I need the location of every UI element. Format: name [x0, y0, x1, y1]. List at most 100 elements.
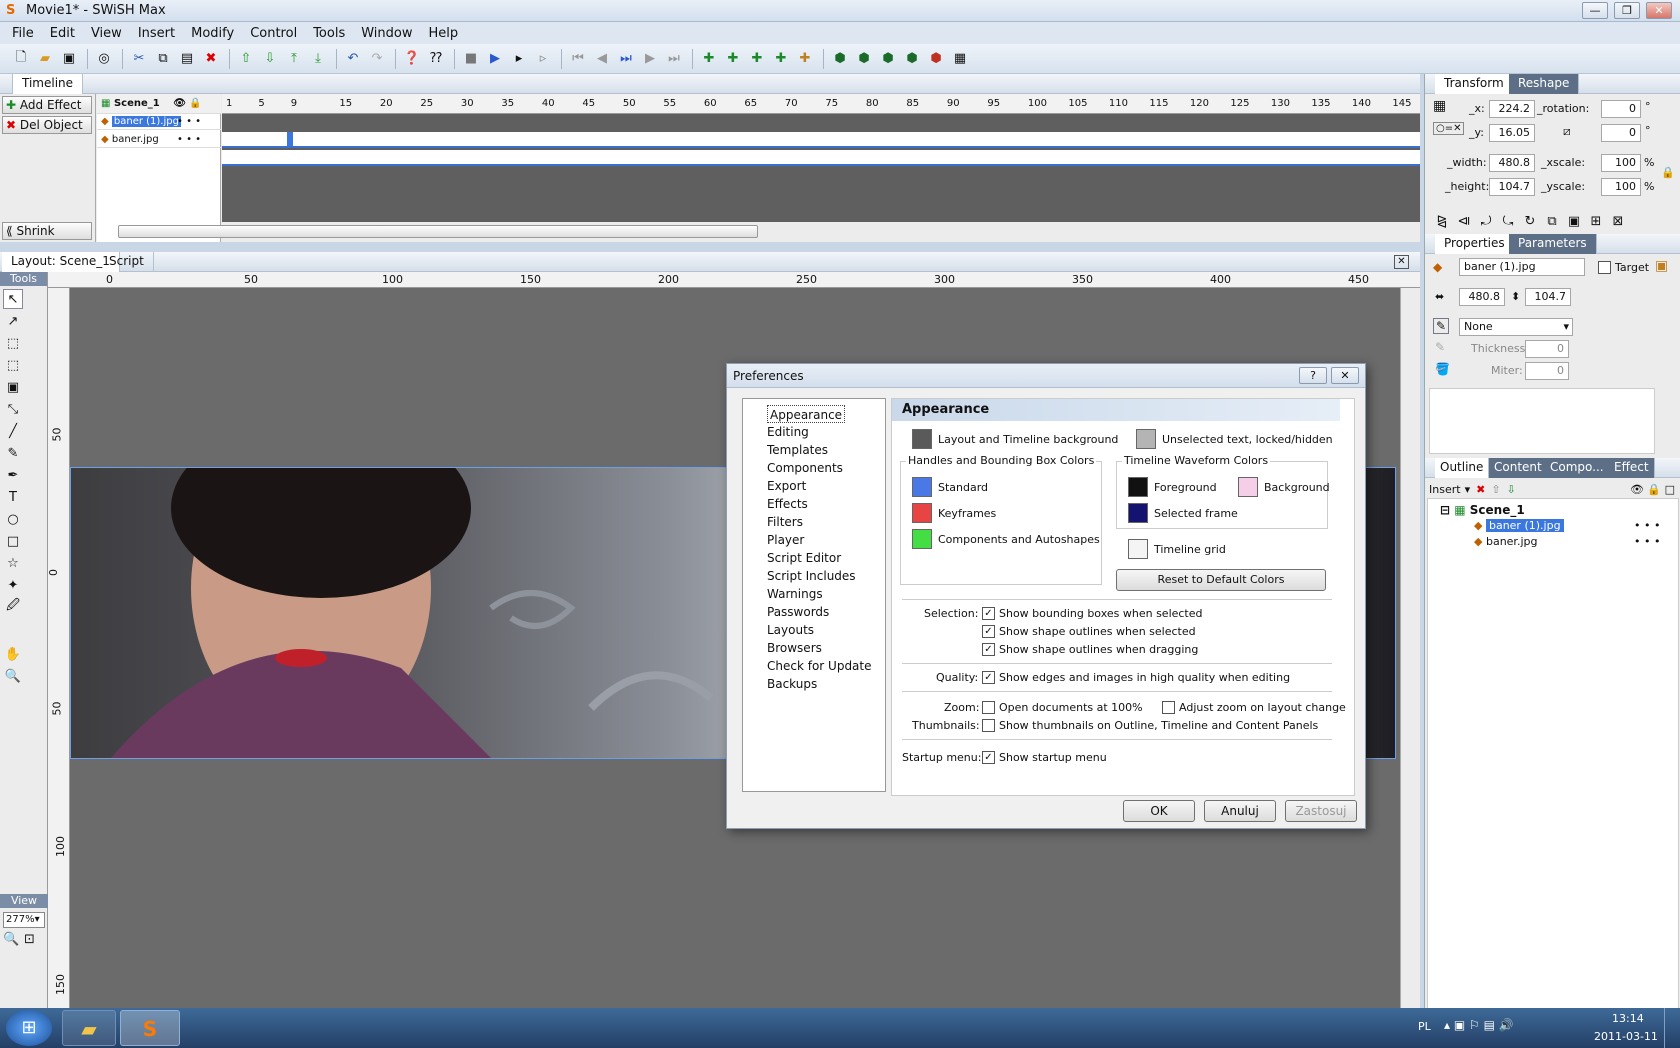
save-icon[interactable]: ▣	[58, 48, 80, 70]
cut-icon[interactable]: ✂	[128, 48, 150, 70]
add-scene-icon[interactable]: ✚	[698, 48, 720, 70]
tab-timeline[interactable]: Timeline	[12, 74, 84, 94]
undo-icon[interactable]: ↶	[342, 48, 364, 70]
outline-item[interactable]: ◆ baner.jpg • • •	[1474, 535, 1674, 548]
menu-edit[interactable]: Edit	[50, 26, 75, 41]
align-grid-icon[interactable]: ⊞	[1586, 211, 1606, 231]
play-icon[interactable]: ▶	[484, 48, 506, 70]
timeline-hscroll[interactable]	[118, 222, 1420, 242]
reset-colors-button[interactable]: Reset to Default Colors	[1116, 569, 1326, 591]
open-folder-icon[interactable]: ▰	[34, 48, 56, 70]
outline-insert-button[interactable]: Insert	[1429, 483, 1461, 496]
play-effect-icon[interactable]: ▹	[532, 48, 554, 70]
autoshape-tool-icon[interactable]: ✦	[3, 575, 23, 595]
add-button-icon[interactable]: ✚	[746, 48, 768, 70]
line-tool-icon[interactable]: ╱	[3, 421, 23, 441]
show-desktop-button[interactable]	[1664, 1008, 1680, 1048]
select-tool-icon[interactable]: ↖	[3, 289, 23, 309]
ellipse-tool-icon[interactable]: ○	[3, 509, 23, 529]
close-layout-icon[interactable]: ✕	[1394, 255, 1409, 269]
shrink-button[interactable]: ⟪ Shrink	[2, 222, 92, 240]
minimize-button[interactable]: —	[1582, 2, 1608, 19]
zoom-fit-icon[interactable]: 🔍	[3, 932, 19, 947]
next-keyframe-icon[interactable]: ⏭	[615, 48, 637, 70]
outline-item[interactable]: ◆ baner (1).jpg • • •	[1474, 519, 1674, 532]
layer-scene[interactable]: ▦ Scene_1 👁 🔒	[97, 94, 221, 114]
x-field[interactable]: 224.2	[1489, 100, 1535, 118]
zoom-level-select[interactable]: 277%▾	[3, 912, 45, 928]
background-color-swatch[interactable]	[1238, 477, 1258, 497]
group-icon[interactable]: ⬢	[829, 48, 851, 70]
outline-eye-icon[interactable]: 👁 🔒 □	[1630, 483, 1675, 496]
reshape-tool-icon[interactable]: ⬚	[3, 355, 23, 375]
nav-item-templates[interactable]: Templates	[767, 441, 828, 459]
new-file-icon[interactable]: 🗋	[10, 48, 32, 70]
prop-height-field[interactable]: 104.7	[1525, 288, 1571, 306]
layer-row[interactable]: ◆ baner (1).jpg • • •	[97, 114, 221, 130]
height-field[interactable]: 104.7	[1489, 178, 1535, 196]
last-frame-icon[interactable]: ⏭	[663, 48, 685, 70]
nav-item-player[interactable]: Player	[767, 531, 804, 549]
scale-lock-icon[interactable]: 🔒	[1661, 166, 1675, 179]
outline-up-icon[interactable]: ⇧	[1491, 483, 1500, 496]
menu-control[interactable]: Control	[250, 26, 297, 41]
nav-item-effects[interactable]: Effects	[767, 495, 808, 513]
ok-button[interactable]: OK	[1123, 800, 1195, 822]
convert-icon[interactable]: ⬢	[901, 48, 923, 70]
hand-tool-icon[interactable]: ✋	[3, 644, 23, 664]
line-style-icon[interactable]: ✎	[1433, 318, 1450, 334]
timeline-frames[interactable]: 1 5 9 15 20 25 30 35 40 45 50 55 60 65 70 75 80 85 90 95 100…	[118, 94, 1420, 242]
paste-transform-icon[interactable]: ▣	[1564, 211, 1584, 231]
del-object-button[interactable]: ✖ Del Object	[2, 116, 92, 134]
rotate-90-icon[interactable]: ⤾	[1476, 211, 1496, 231]
menu-modify[interactable]: Modify	[191, 26, 234, 41]
line-style-select[interactable]: None ▾	[1459, 318, 1573, 336]
export-icon[interactable]: ▦	[949, 48, 971, 70]
cancel-button[interactable]: Anuluj	[1204, 800, 1276, 822]
components-color-swatch[interactable]	[912, 529, 932, 549]
open-100-checkbox[interactable]	[982, 701, 995, 714]
dialog-help-button[interactable]: ?	[1299, 367, 1327, 384]
motion-path-icon[interactable]: ⤡	[3, 399, 23, 419]
maximize-button[interactable]: ❐	[1614, 2, 1640, 19]
nav-item-export[interactable]: Export	[767, 477, 806, 495]
transform-tool-icon[interactable]: ⬚	[3, 333, 23, 353]
nav-item-backups[interactable]: Backups	[767, 675, 817, 693]
text-tool-icon[interactable]: T	[3, 487, 23, 507]
tab-effect[interactable]: Effect	[1609, 458, 1655, 478]
tray-icons[interactable]: ▴ ▣ ⚐ ▤ 🔊	[1444, 1018, 1514, 1032]
timeline-grid-color-swatch[interactable]	[1128, 539, 1148, 559]
nav-item-filters[interactable]: Filters	[767, 513, 803, 531]
object-name-field[interactable]: baner (1).jpg	[1459, 258, 1585, 276]
tab-script[interactable]: Script	[100, 252, 154, 272]
add-sprite-icon[interactable]: ✚	[722, 48, 744, 70]
tab-reshape[interactable]: Reshape	[1509, 74, 1580, 94]
tab-parameters[interactable]: Parameters	[1509, 234, 1597, 254]
context-help-icon[interactable]: ⁇	[425, 48, 447, 70]
yscale-field[interactable]: 100	[1601, 178, 1641, 196]
add-shape-icon[interactable]: ✚	[770, 48, 792, 70]
nav-item-editing[interactable]: Editing	[767, 423, 809, 441]
bring-forward-icon[interactable]: ⇧	[235, 48, 257, 70]
nav-item-appearance[interactable]: Appearance	[767, 405, 846, 423]
nav-item-warnings[interactable]: Warnings	[767, 585, 823, 603]
subselect-tool-icon[interactable]: ↗	[3, 311, 23, 331]
add-component-icon[interactable]: ✚	[794, 48, 816, 70]
explorer-taskbar-icon[interactable]: ▰	[62, 1010, 116, 1046]
outline-delete-icon[interactable]: ✖	[1476, 483, 1485, 496]
star-tool-icon[interactable]: ☆	[3, 553, 23, 573]
thickness-field[interactable]: 0	[1525, 340, 1569, 358]
zoom-select-icon[interactable]: ⊡	[24, 932, 35, 947]
rectangle-tool-icon[interactable]: □	[3, 531, 23, 551]
y-field[interactable]: 16.05	[1489, 124, 1535, 142]
clock-date[interactable]: 2011-03-11	[1594, 1030, 1658, 1043]
language-indicator[interactable]: PL	[1418, 1020, 1431, 1033]
lock-icon[interactable]: 🔒	[189, 98, 201, 109]
send-backward-icon[interactable]: ⇩	[259, 48, 281, 70]
unsel-color-swatch[interactable]	[1136, 429, 1156, 449]
copy-transform-icon[interactable]: ⧉	[1542, 211, 1562, 231]
preview-icon[interactable]: ◎	[93, 48, 115, 70]
foreground-color-swatch[interactable]	[1128, 477, 1148, 497]
standard-color-swatch[interactable]	[912, 477, 932, 497]
tab-content[interactable]: Content	[1489, 458, 1548, 478]
